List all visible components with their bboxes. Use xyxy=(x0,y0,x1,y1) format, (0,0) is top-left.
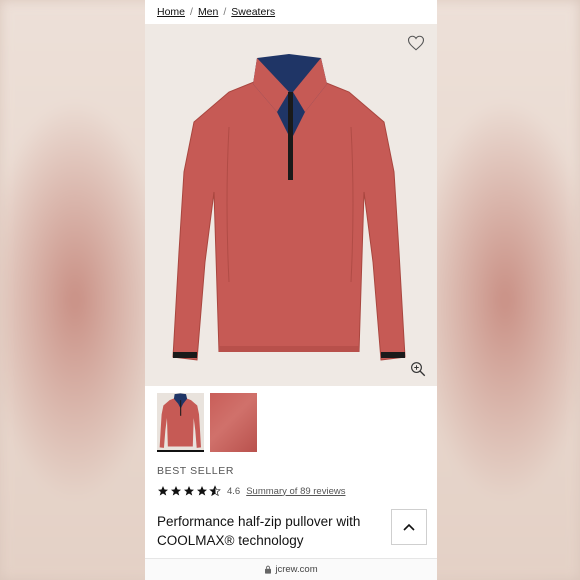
collapse-button[interactable] xyxy=(391,509,427,545)
breadcrumb-home[interactable]: Home xyxy=(157,6,185,18)
breadcrumb-men[interactable]: Men xyxy=(198,6,218,18)
thumbnail-pullover-illustration xyxy=(159,393,201,448)
thumbnail-front[interactable] xyxy=(157,393,204,452)
star-icon xyxy=(158,486,168,496)
thumbnail-strip xyxy=(157,393,257,452)
heart-icon[interactable] xyxy=(407,34,425,52)
best-seller-badge: BEST SELLER xyxy=(157,465,235,477)
zoom-in-icon[interactable] xyxy=(409,360,427,378)
product-title: Performance half-zip pullover with COOLM… xyxy=(157,514,361,548)
breadcrumb-separator: / xyxy=(223,6,227,18)
browser-url: jcrew.com xyxy=(275,564,318,575)
pullover-illustration xyxy=(172,54,406,361)
lock-icon xyxy=(265,565,272,574)
half-star-icon xyxy=(209,485,221,497)
star-icon xyxy=(171,486,181,496)
thumbnail-fabric-detail[interactable] xyxy=(210,393,257,452)
product-page: Home / Men / Sweaters BEST SELLER 4.6 Su… xyxy=(145,0,437,580)
browser-url-bar[interactable]: jcrew.com xyxy=(145,558,437,580)
rating-row: 4.6 Summary of 89 reviews xyxy=(157,485,345,497)
rating-value: 4.6 xyxy=(227,485,241,497)
breadcrumb-separator: / xyxy=(190,6,193,18)
breadcrumb: Home / Men / Sweaters xyxy=(157,6,275,18)
breadcrumb-sweaters[interactable]: Sweaters xyxy=(231,6,275,18)
star-icon xyxy=(197,486,207,496)
reviews-summary-link[interactable]: Summary of 89 reviews xyxy=(246,486,345,497)
star-icon xyxy=(184,486,194,496)
chevron-up-icon xyxy=(403,523,415,531)
product-image[interactable] xyxy=(145,24,437,386)
star-rating xyxy=(157,485,221,497)
